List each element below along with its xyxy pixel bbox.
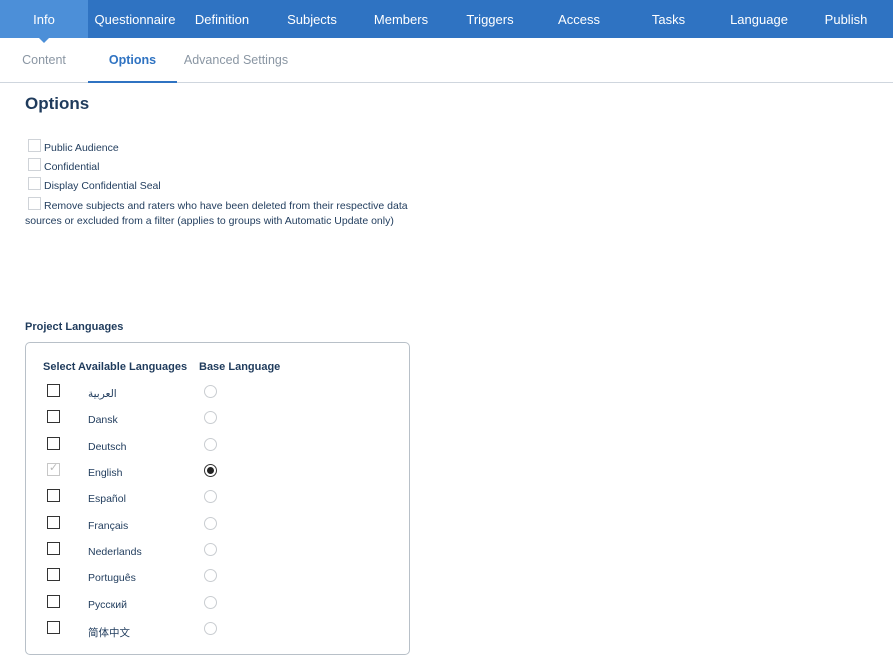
base-language-radio[interactable] — [204, 438, 217, 451]
base-language-header: Base Language — [199, 361, 281, 373]
language-name: العربية — [88, 388, 117, 400]
language-row: Español — [26, 489, 409, 509]
language-checkbox[interactable] — [47, 568, 60, 581]
language-name: Nederlands — [88, 546, 142, 558]
base-language-radio[interactable] — [204, 622, 217, 635]
top-nav: Info Questionnaire Definition Subjects M… — [0, 0, 893, 43]
base-language-radio[interactable] — [204, 517, 217, 530]
remove-subjects-checkbox[interactable] — [28, 197, 41, 210]
tab-publish[interactable]: Publish — [799, 0, 893, 38]
option-remove-subjects: Remove subjects and raters who have been… — [25, 197, 417, 229]
language-checkbox[interactable] — [47, 542, 60, 555]
option-confidential: Confidential — [25, 158, 425, 175]
language-name: Français — [88, 520, 129, 532]
tab-questionnaire[interactable]: Questionnaire — [88, 0, 182, 38]
tab-subjects[interactable]: Subjects — [262, 0, 362, 38]
tab-definition[interactable]: Definition — [182, 0, 262, 38]
base-language-radio[interactable] — [204, 411, 217, 424]
language-checkbox[interactable] — [47, 410, 60, 423]
language-checkbox[interactable] — [47, 621, 60, 634]
language-name: Deutsch — [88, 441, 127, 453]
subtab-content[interactable]: Content — [0, 38, 88, 82]
language-row: Français — [26, 516, 409, 536]
base-language-radio[interactable] — [204, 543, 217, 556]
select-languages-header: Select Available Languages — [43, 361, 188, 373]
language-checkbox[interactable] — [47, 384, 60, 397]
language-row: Русский — [26, 595, 409, 615]
language-name: Русский — [88, 599, 127, 611]
tab-tasks[interactable]: Tasks — [618, 0, 719, 38]
language-name: Español — [88, 493, 126, 505]
language-row: Português — [26, 568, 409, 588]
option-display-confidential-seal: Display Confidential Seal — [25, 177, 425, 194]
public-audience-label: Public Audience — [44, 142, 119, 154]
display-confidential-seal-checkbox[interactable] — [28, 177, 41, 190]
languages-panel: Select Available Languages Base Language… — [25, 342, 410, 655]
display-confidential-seal-label: Display Confidential Seal — [44, 180, 161, 192]
subtab-advanced-settings[interactable]: Advanced Settings — [177, 38, 295, 82]
base-language-radio[interactable] — [204, 385, 217, 398]
language-row: English — [26, 461, 409, 483]
language-row: Nederlands — [26, 542, 409, 562]
option-public-audience: Public Audience — [25, 139, 425, 156]
language-checkbox[interactable] — [47, 437, 60, 450]
tab-triggers[interactable]: Triggers — [440, 0, 540, 38]
tab-info[interactable]: Info — [0, 0, 88, 43]
base-language-radio[interactable] — [204, 569, 217, 582]
language-name: English — [88, 467, 123, 479]
language-checkbox-checked-disabled — [47, 461, 60, 476]
base-language-radio-selected[interactable] — [204, 464, 217, 477]
page-title: Options — [25, 94, 90, 113]
language-row: العربية — [26, 384, 409, 404]
tab-members[interactable]: Members — [362, 0, 440, 38]
confidential-label: Confidential — [44, 161, 100, 173]
base-language-radio[interactable] — [204, 596, 217, 609]
language-name: 简体中文 — [88, 627, 130, 639]
sub-nav: Content Options Advanced Settings — [0, 38, 893, 83]
language-checkbox[interactable] — [47, 489, 60, 502]
confidential-checkbox[interactable] — [28, 158, 41, 171]
public-audience-checkbox[interactable] — [28, 139, 41, 152]
base-language-radio[interactable] — [204, 490, 217, 503]
subtab-options[interactable]: Options — [88, 38, 177, 83]
language-row: 简体中文 — [26, 621, 409, 641]
project-languages-heading: Project Languages — [25, 321, 124, 333]
language-checkbox[interactable] — [47, 516, 60, 529]
language-row: Dansk — [26, 410, 409, 430]
remove-subjects-label: Remove subjects and raters who have been… — [25, 200, 408, 227]
language-name: Dansk — [88, 414, 118, 426]
tab-access[interactable]: Access — [540, 0, 618, 38]
language-row: Deutsch — [26, 437, 409, 457]
language-name: Português — [88, 572, 136, 584]
language-checkbox[interactable] — [47, 595, 60, 608]
tab-language[interactable]: Language — [719, 0, 799, 38]
